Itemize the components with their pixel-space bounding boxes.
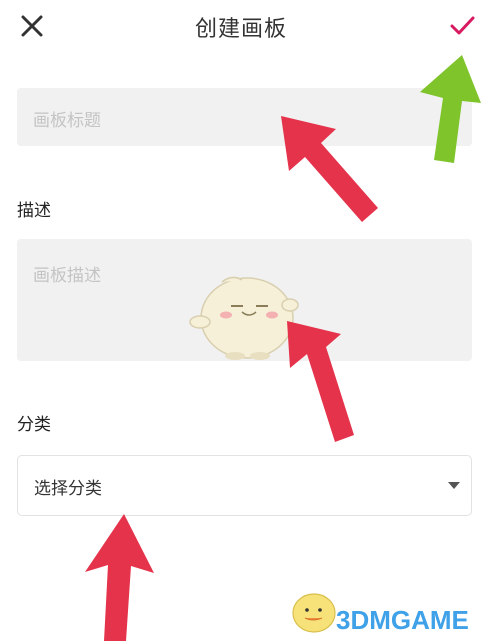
check-icon <box>450 16 475 35</box>
red-arrow-icon <box>85 514 154 641</box>
category-label: 分类 <box>17 415 51 435</box>
board-title-input[interactable]: 画板标题 <box>17 88 472 146</box>
board-description-placeholder: 画板描述 <box>33 266 101 286</box>
description-label: 描述 <box>17 201 51 221</box>
dropdown-caret-icon <box>448 482 460 489</box>
watermark-mascot-icon <box>292 593 336 633</box>
category-select[interactable]: 选择分类 <box>17 455 472 516</box>
create-board-screen: 创建画板 画板标题 描述 画板描述 分类 选择分类 3DMGAME <box>0 0 482 641</box>
top-bar: 创建画板 <box>0 0 482 52</box>
board-title-placeholder: 画板标题 <box>33 111 101 131</box>
confirm-button[interactable] <box>448 12 476 40</box>
board-description-input[interactable]: 画板描述 <box>17 239 472 361</box>
watermark-text: 3DMGAME <box>336 605 469 635</box>
page-title: 创建画板 <box>194 17 287 42</box>
category-select-value: 选择分类 <box>34 479 102 499</box>
